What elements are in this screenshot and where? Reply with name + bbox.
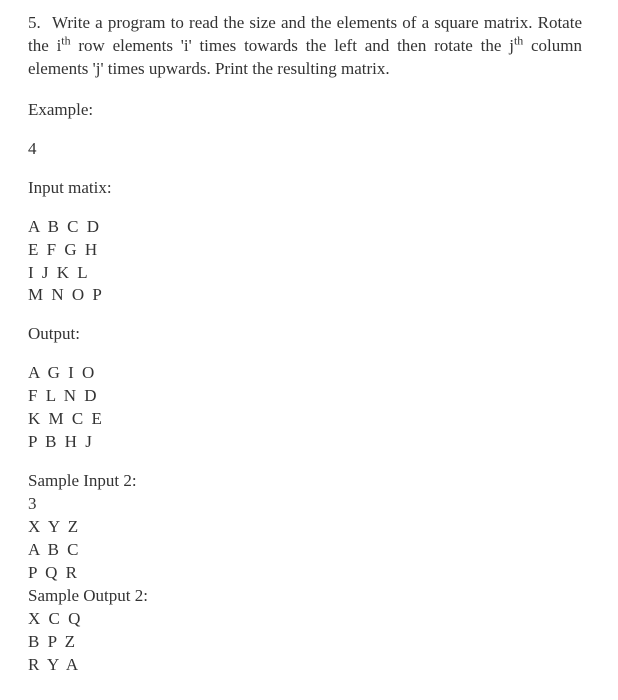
question-number: 5. <box>28 12 52 35</box>
matrix-row: I J K L <box>28 262 582 285</box>
matrix-row: X Y Z <box>28 516 582 539</box>
output-label: Output: <box>28 323 582 346</box>
example-label: Example: <box>28 99 582 122</box>
matrix-row: A B C D <box>28 216 582 239</box>
input-matrix-1: A B C D E F G H I J K L M N O P <box>28 216 582 308</box>
question-text: 5.Write a program to read the size and t… <box>28 12 582 81</box>
matrix-row: A B C <box>28 539 582 562</box>
matrix-row: X C Q <box>28 608 582 631</box>
matrix-row: K M C E <box>28 408 582 431</box>
q-part2: row elements 'i' times towards the left … <box>71 36 514 55</box>
matrix-row: P Q R <box>28 562 582 585</box>
matrix-row: P B H J <box>28 431 582 454</box>
matrix-row: A G I O <box>28 362 582 385</box>
input-matrix-label: Input matix: <box>28 177 582 200</box>
sample-output2-label: Sample Output 2: <box>28 585 582 608</box>
matrix-row: M N O P <box>28 284 582 307</box>
sample-input2-label: Sample Input 2: <box>28 470 582 493</box>
output-matrix-1: A G I O F L N D K M C E P B H J <box>28 362 582 454</box>
example-size: 4 <box>28 138 582 161</box>
sup-th-1: th <box>61 33 70 47</box>
sup-th-2: th <box>514 33 523 47</box>
matrix-row: E F G H <box>28 239 582 262</box>
matrix-row: F L N D <box>28 385 582 408</box>
matrix-row: B P Z <box>28 631 582 654</box>
matrix-row: R Y A <box>28 654 582 677</box>
sample-input2-size: 3 <box>28 493 582 516</box>
